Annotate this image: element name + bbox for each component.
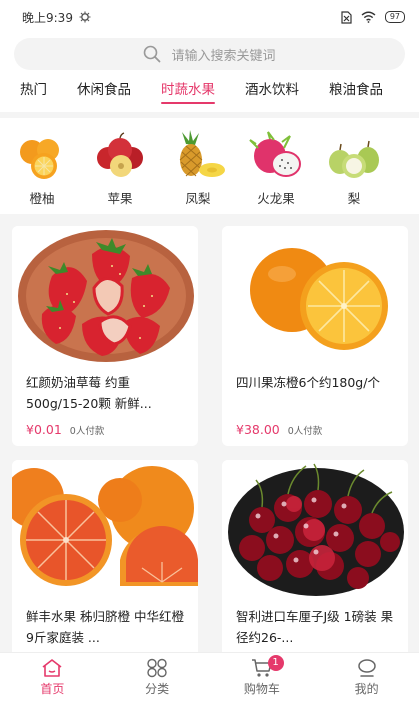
cherry-product-image [222, 460, 408, 598]
subcategory-label: 苹果 [107, 191, 133, 206]
subcategory-label: 梨 [347, 191, 361, 206]
tab-fruits-vegetables[interactable]: 时蔬水果 [161, 72, 215, 112]
search-placeholder: 请输入搜索关键词 [171, 48, 276, 64]
subcategory-pear[interactable]: 梨 [322, 118, 386, 214]
subcategory-label: 橙柚 [29, 191, 55, 206]
tab-snacks[interactable]: 休闲食品 [77, 72, 131, 112]
pineapple-icon [179, 130, 225, 177]
tab-hot[interactable]: 热门 [20, 72, 47, 112]
nav-home[interactable]: 首页 [0, 653, 105, 702]
category-tabs: 热门 休闲食品 时蔬水果 酒水饮料 粮油食品 [0, 72, 419, 112]
subcategory-citrus[interactable]: 橙柚 [10, 118, 74, 214]
nav-label: 我的 [354, 682, 379, 696]
dragon-fruit-icon [249, 131, 301, 177]
profile-icon [357, 659, 376, 677]
oranges-icon [20, 139, 59, 179]
orange-product-image [222, 226, 408, 364]
nav-category[interactable]: 分类 [105, 653, 210, 702]
subcategory-strip: 橙柚 苹果 凤梨 火龙果 梨 [0, 118, 419, 214]
nav-label: 购物车 [243, 682, 280, 696]
product-name: 红颜奶油草莓 约重500g/15-20颗 新鲜... [26, 375, 152, 411]
sim-off-icon [341, 10, 352, 24]
battery-indicator: 97 [384, 11, 405, 23]
strawberry-product-image [12, 226, 198, 364]
status-bar: 晚上9:39 97 [0, 0, 419, 34]
product-card[interactable]: 红颜奶油草莓 约重500g/15-20颗 新鲜... ¥0.01 0人付款 [12, 226, 198, 446]
subcategory-dragon-fruit[interactable]: 火龙果 [244, 118, 308, 214]
product-name: 鲜丰水果 秭归脐橙 中华红橙 9斤家庭装 ... [26, 609, 184, 645]
nav-label: 首页 [40, 682, 65, 696]
product-card[interactable]: 智利进口车厘子J级 1磅装 果径约26-... [222, 460, 408, 652]
search-icon [144, 45, 161, 63]
subcategory-apple[interactable]: 苹果 [88, 118, 152, 214]
wifi-icon [361, 11, 376, 23]
search-bar: 请输入搜索关键词 [0, 34, 419, 72]
product-price: ¥38.00 [236, 422, 280, 437]
nav-cart[interactable]: 购物车 1 [210, 653, 315, 702]
sync-icon [79, 11, 91, 23]
blood-orange-product-image [12, 460, 198, 598]
tab-drinks[interactable]: 酒水饮料 [245, 72, 299, 112]
search-input[interactable]: 请输入搜索关键词 [14, 38, 405, 70]
nav-profile[interactable]: 我的 [314, 653, 419, 702]
tab-grain-oil[interactable]: 粮油食品 [329, 72, 383, 112]
category-icon [147, 658, 167, 678]
status-time: 晚上9:39 [22, 10, 73, 25]
product-name: 智利进口车厘子J级 1磅装 果径约26-... [236, 609, 394, 645]
app-screen: 晚上9:39 97 请输入搜索关键词 热门 休闲食品 时蔬水果 酒水饮料 粮油食… [0, 0, 419, 702]
home-icon [42, 659, 62, 677]
product-sold-count: 0人付款 [287, 426, 323, 437]
product-price: ¥0.01 [26, 422, 62, 437]
product-card[interactable]: 四川果冻橙6个约180g/个 ¥38.00 0人付款 [222, 226, 408, 446]
cart-count-badge: 1 [267, 655, 284, 671]
subcategory-label: 凤梨 [185, 191, 211, 206]
subcategory-pineapple[interactable]: 凤梨 [166, 118, 230, 214]
nav-label: 分类 [145, 682, 170, 696]
product-sold-count: 0人付款 [69, 426, 105, 437]
bottom-nav: 首页 分类 购物车 1 我的 [0, 652, 419, 702]
product-grid: 红颜奶油草莓 约重500g/15-20颗 新鲜... ¥0.01 0人付款 四川… [12, 226, 409, 652]
product-name: 四川果冻橙6个约180g/个 [236, 375, 380, 390]
product-card[interactable]: 鲜丰水果 秭归脐橙 中华红橙 9斤家庭装 ... [12, 460, 198, 652]
pears-icon [329, 140, 379, 178]
apples-icon [97, 132, 143, 177]
subcategory-label: 火龙果 [257, 191, 295, 206]
